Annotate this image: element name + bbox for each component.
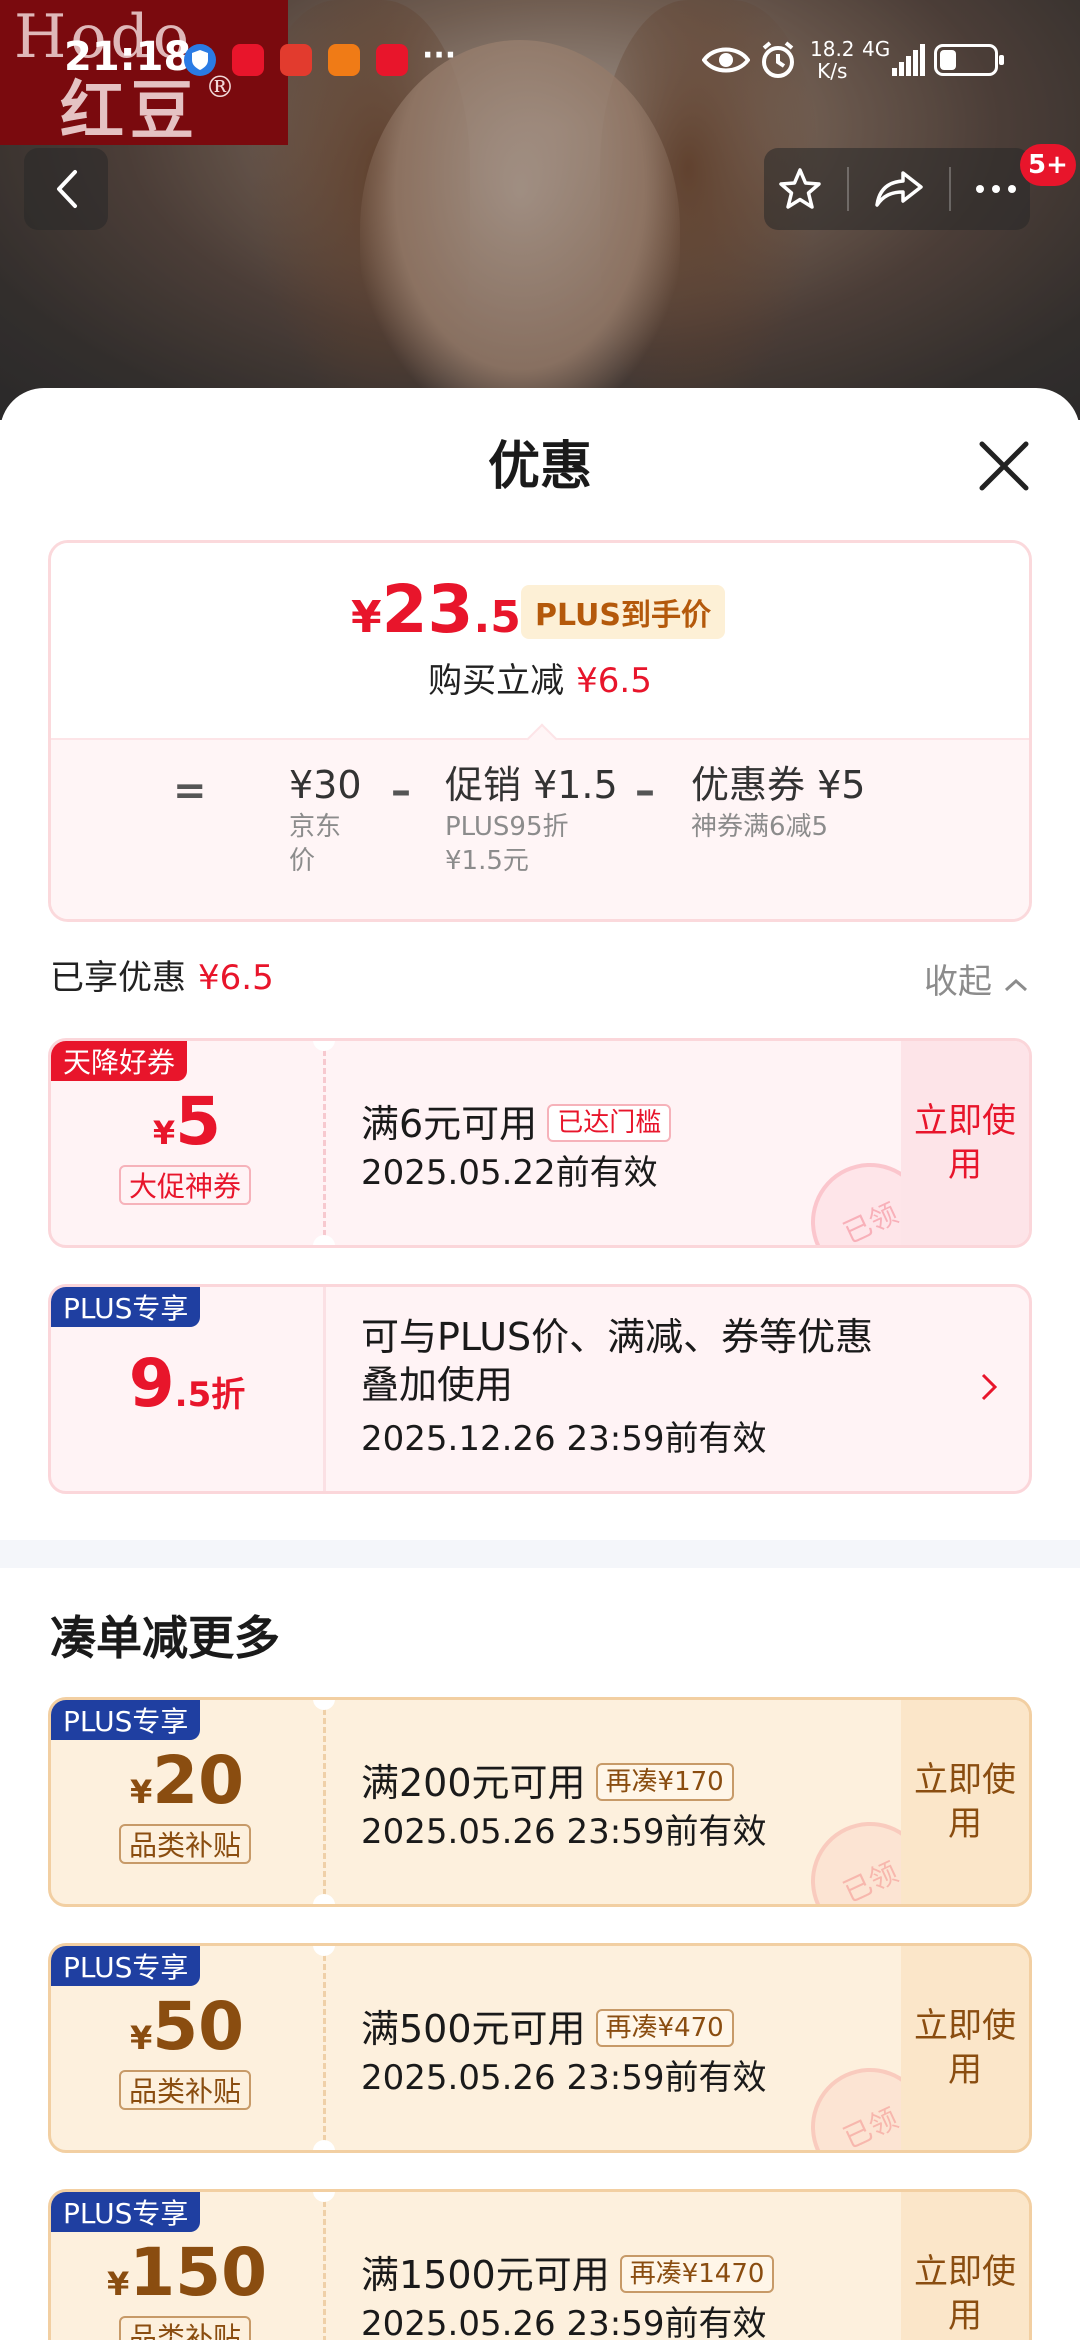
coupon-validity: 2025.05.26 23:59前有效 [361,2058,767,2098]
coupon-discount: 优惠券 ¥5 神券满6减5 [691,763,866,842]
coupon-amount: 9.5折 [128,1345,246,1422]
price-breakdown: = ¥30 京东价 – 促销 ¥1.5 PLUS95折 ¥1.5元 – 优惠券 … [51,738,1029,919]
coupon-type: 品类补贴 [119,2316,252,2340]
coupon-description: 可与PLUS价、满减、券等优惠 叠加使用 [361,1315,874,1407]
app-icon [232,44,264,76]
coupon-amount: ¥50 [129,1988,245,2065]
use-now-button[interactable]: 立即使用 [901,1946,1029,2150]
chevron-up-icon [1004,978,1027,992]
back-button[interactable] [24,148,108,230]
coupon-tag: PLUS专享 [51,1287,201,1327]
close-icon[interactable] [976,438,1032,494]
use-now-button[interactable]: 立即使用 [901,2192,1029,2340]
coupon-condition: 满500元可用 再凑¥470 [361,1998,734,2053]
back-icon [57,170,77,208]
more-icon[interactable] [974,183,1018,195]
more-section-title: 凑单减更多 [50,1611,280,1665]
alarm-icon [762,41,794,78]
battery-icon [934,44,1004,76]
final-price: ¥23.5 [351,571,521,648]
coupon-condition: 满1500元可用 再凑¥1470 [361,2244,775,2299]
use-now-button[interactable]: 立即使用 [901,1041,1029,1245]
coupon-amount: ¥150 [106,2234,268,2311]
coupon-type: 大促神券 [119,1165,252,1205]
coupon-card[interactable]: PLUS专享 ¥50 品类补贴 满500元可用 再凑¥470 2025.05.26… [48,1943,1032,2153]
coupon-tag: PLUS专享 [51,2192,201,2232]
message-badge[interactable]: 5+ [1020,144,1076,186]
app-icon [376,44,408,76]
network-type: 4G [862,37,891,61]
discount-sheet: 优惠 ¥23.5 PLUS到手价 购买立减 ¥6.5 = ¥30 京东价 – 促销… [0,388,1080,2340]
coupon-amount: ¥20 [129,1742,245,1819]
star-icon[interactable] [776,165,824,213]
coupon-amount: ¥5 [152,1083,222,1160]
use-now-button[interactable]: 立即使用 [901,1700,1029,1904]
coupon-validity: 2025.05.22前有效 [361,1153,658,1193]
eye-icon [702,47,750,73]
status-bar: 21:18 ··· 18.2 K/s 4G [0,0,1080,120]
signal-icon [892,44,925,76]
sheet-title: 优惠 [487,437,592,497]
price-summary-card: ¥23.5 PLUS到手价 购买立减 ¥6.5 = ¥30 京东价 – 促销 ¥1… [48,540,1032,922]
coupon-validity: 2025.05.26 23:59前有效 [361,2304,767,2340]
purchase-reduction: 购买立减 ¥6.5 [428,661,652,701]
coupon-condition: 满200元可用 再凑¥170 [361,1752,734,1807]
coupon-validity: 2025.12.26 23:59前有效 [361,1419,767,1459]
coupon-card[interactable]: PLUS专享 ¥150 品类补贴 满1500元可用 再凑¥1470 2025.05… [48,2189,1032,2340]
promo-discount: 促销 ¥1.5 PLUS95折 ¥1.5元 [445,763,618,876]
coupon-validity: 2025.05.26 23:59前有效 [361,1812,767,1852]
coupon-condition: 满6元可用 已达门槛 [361,1093,672,1148]
shield-icon [184,44,216,76]
app-icon [280,44,312,76]
coupon-tag: PLUS专享 [51,1946,201,1986]
coupon-tag: 天降好券 [51,1041,188,1081]
net-speed: 18.2 K/s [810,37,855,83]
top-actions [764,148,1030,230]
plus-price-tag: PLUS到手价 [521,585,726,639]
plus-discount-card[interactable]: PLUS专享 9.5折 可与PLUS价、满减、券等优惠 叠加使用 2025.12… [48,1284,1032,1494]
app-icon [328,44,360,76]
coupon-type: 品类补贴 [119,1824,252,1864]
enjoyed-discount: 已享优惠 ¥6.5 [50,958,274,998]
collapse-button[interactable]: 收起 [924,954,1029,1003]
jd-price: ¥30 京东价 [289,763,362,876]
chevron-right-icon [981,1373,998,1401]
coupon-tag: PLUS专享 [51,1700,201,1740]
share-icon[interactable] [873,165,925,213]
status-time: 21:18 [64,34,192,80]
section-divider [0,1540,1080,1568]
coupon-card[interactable]: PLUS专享 ¥20 品类补贴 满200元可用 再凑¥170 2025.05.26… [48,1697,1032,1907]
coupon-type: 品类补贴 [119,2070,252,2110]
coupon-card[interactable]: 天降好券 ¥5 大促神券 满6元可用 已达门槛 2025.05.22前有效 已领 … [48,1038,1032,1248]
